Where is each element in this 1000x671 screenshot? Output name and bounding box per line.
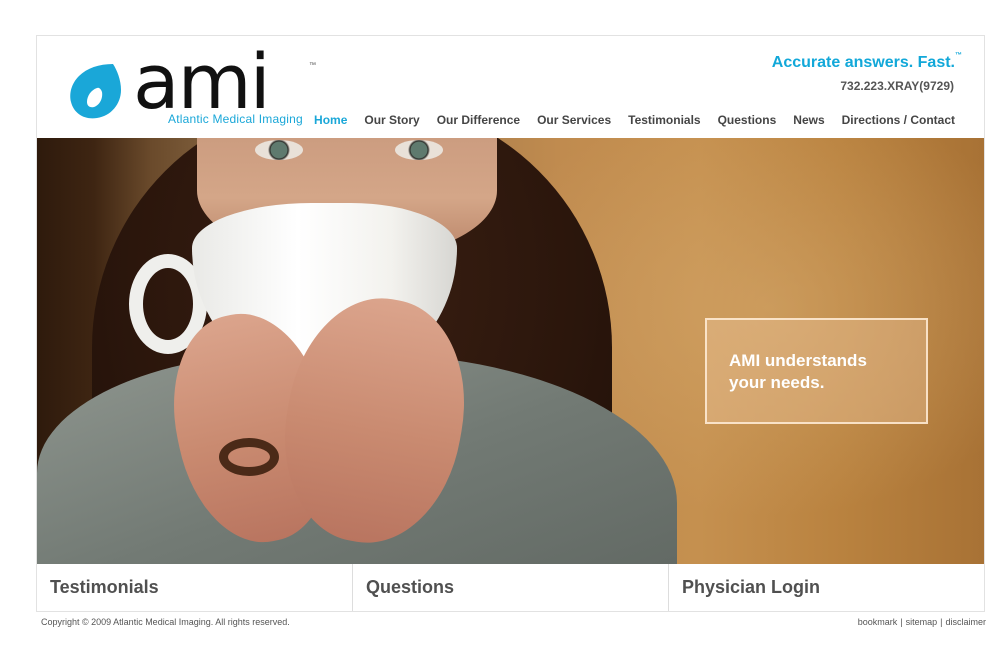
hero-eye-left: [255, 140, 303, 160]
quick-link-testimonials[interactable]: Testimonials: [37, 564, 353, 611]
site-logo[interactable]: ami ™ Atlantic Medical Imaging: [69, 44, 316, 130]
footer-link-sitemap[interactable]: sitemap: [906, 617, 938, 627]
tagline-trademark: ™: [955, 52, 962, 59]
footer-link-bookmark[interactable]: bookmark: [858, 617, 898, 627]
logo-wordmark: ami: [133, 37, 271, 126]
logo-trademark: ™: [309, 62, 316, 69]
footer-separator: |: [900, 617, 903, 627]
hero-ring: [219, 438, 279, 476]
tagline-text: Accurate answers. Fast.: [771, 54, 955, 71]
nav-our-services[interactable]: Our Services: [537, 113, 611, 127]
phone-number: 732.223.XRAY(9729): [840, 79, 954, 93]
main-nav: Home Our Story Our Difference Our Servic…: [314, 113, 955, 127]
nav-our-difference[interactable]: Our Difference: [437, 113, 520, 127]
copyright-text: Copyright © 2009 Atlantic Medical Imagin…: [41, 617, 290, 627]
footer-link-disclaimer[interactable]: disclaimer: [945, 617, 986, 627]
ami-drop-logo-icon: [70, 64, 121, 119]
nav-home[interactable]: Home: [314, 113, 347, 127]
page-frame: ami ™ Atlantic Medical Imaging Accurate …: [36, 35, 985, 612]
nav-questions[interactable]: Questions: [718, 113, 777, 127]
quick-link-questions[interactable]: Questions: [353, 564, 669, 611]
promo-box: AMI understands your needs.: [705, 318, 928, 424]
hero-image: AMI understands your needs.: [37, 138, 984, 564]
tagline: Accurate answers. Fast.™: [771, 52, 962, 72]
nav-our-story[interactable]: Our Story: [364, 113, 419, 127]
nav-testimonials[interactable]: Testimonials: [628, 113, 700, 127]
logo-subtitle: Atlantic Medical Imaging: [168, 112, 303, 126]
nav-news[interactable]: News: [793, 113, 824, 127]
footer-links: bookmark | sitemap | disclaimer: [858, 617, 986, 627]
quick-links: Testimonials Questions Physician Login: [37, 564, 984, 611]
nav-directions-contact[interactable]: Directions / Contact: [842, 113, 955, 127]
quick-link-physician-login[interactable]: Physician Login: [669, 564, 984, 611]
hero-eye-right: [395, 140, 443, 160]
promo-text: AMI understands your needs.: [729, 351, 867, 392]
